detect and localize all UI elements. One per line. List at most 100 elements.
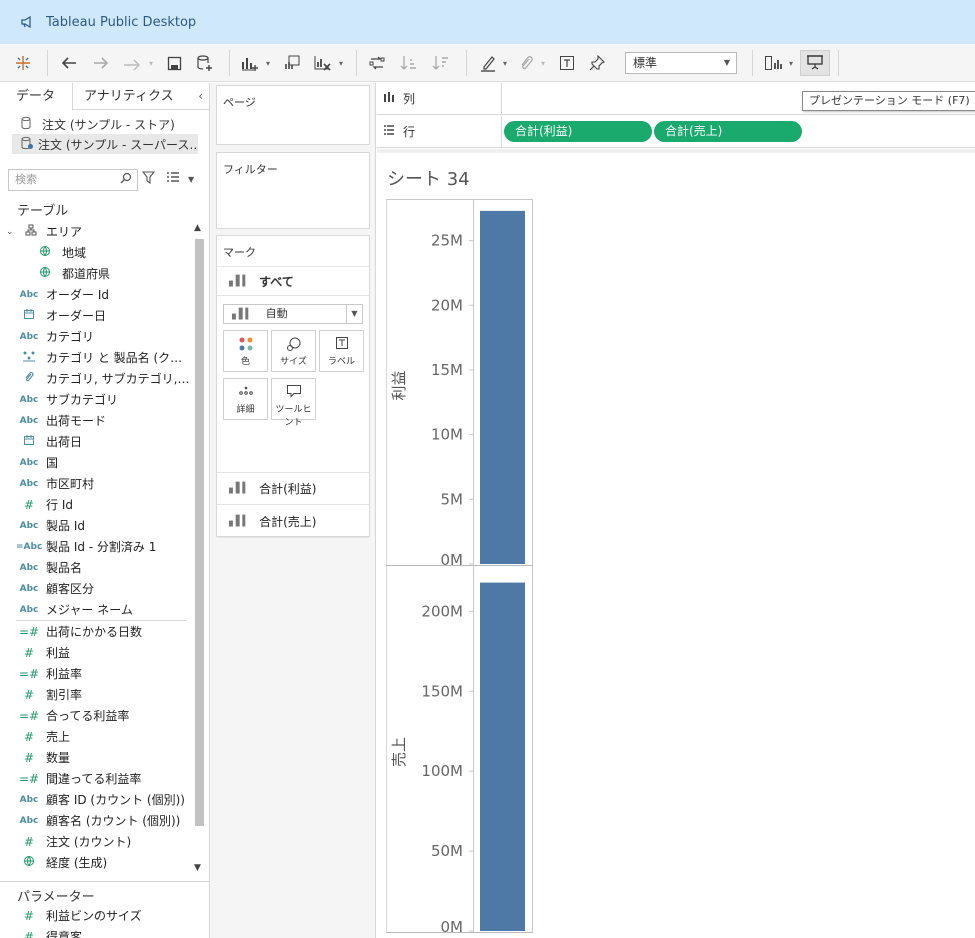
paperclip-icon — [16, 371, 42, 386]
sort-ascending-icon[interactable] — [398, 52, 420, 74]
save-icon[interactable] — [163, 52, 185, 74]
bar — [480, 210, 525, 564]
tab-analytics[interactable]: アナリティクス — [84, 83, 174, 110]
field-item[interactable]: カテゴリ と 製品名 (クラス… — [0, 347, 192, 368]
undo-icon[interactable] — [58, 52, 80, 74]
field-list-scrollbar[interactable]: ▲ ▼ — [193, 223, 206, 878]
new-worksheet-caret-icon[interactable]: ▾ — [266, 59, 270, 68]
field-item[interactable]: Abc 出荷モード — [0, 410, 192, 431]
field-item[interactable]: # 行 Id — [0, 494, 192, 515]
show-labels-icon[interactable] — [556, 52, 578, 74]
rows-pill-sales[interactable]: 合計(売上) — [654, 121, 802, 142]
field-item[interactable]: =# 利益率 — [0, 663, 192, 684]
field-item[interactable]: =Abc 製品 Id - 分割済み 1 — [0, 536, 192, 557]
tableau-logo-icon[interactable] — [12, 52, 34, 74]
field-item[interactable]: =# 出荷にかかる日数 — [0, 621, 192, 642]
list-view-icon[interactable] — [166, 171, 180, 186]
field-item[interactable]: =# 合ってる利益率 — [0, 705, 192, 726]
redo-icon[interactable] — [90, 52, 112, 74]
clear-sheet-caret-icon[interactable]: ▾ — [339, 59, 343, 68]
bar — [480, 582, 525, 931]
y-tick-label: 0M — [441, 551, 464, 569]
y-tick-label: 150M — [421, 682, 463, 700]
parameter-item[interactable]: # 得意客 — [0, 926, 192, 938]
field-item[interactable]: 出荷日 — [0, 431, 192, 452]
scroll-up-icon[interactable]: ▲ — [194, 223, 201, 233]
scroll-down-icon[interactable]: ▼ — [194, 863, 201, 873]
parameter-item[interactable]: # 利益ビンのサイズ — [0, 905, 192, 926]
marks-measure-tab[interactable]: ▖▌▍ 合計(利益) — [217, 473, 369, 505]
tab-data[interactable]: データ — [0, 83, 73, 111]
field-label: 経度 (生成) — [46, 856, 108, 870]
filters-card[interactable]: フィルター — [216, 152, 370, 229]
replay-icon[interactable] — [120, 52, 146, 74]
field-item[interactable]: =# 間違ってる利益率 — [0, 768, 192, 789]
field-item[interactable]: Abc 顧客区分 — [0, 578, 192, 599]
field-item[interactable]: Abc 顧客名 (カウント (個別)) — [0, 810, 192, 831]
field-item[interactable]: Abc 製品名 — [0, 557, 192, 578]
field-item[interactable]: 経度 (生成) — [0, 852, 192, 873]
mark-button[interactable]: ツールヒント — [271, 378, 316, 428]
field-item[interactable]: Abc 国 — [0, 452, 192, 473]
field-item[interactable]: # 注文 (カウント) — [0, 831, 192, 852]
field-item[interactable]: # 数量 — [0, 747, 192, 768]
new-worksheet-icon[interactable] — [238, 52, 262, 74]
highlight-pen-icon[interactable] — [477, 52, 499, 74]
field-item[interactable]: Abc 市区町村 — [0, 473, 192, 494]
columns-icon — [383, 91, 395, 106]
filter-icon[interactable] — [141, 171, 156, 188]
rows-shelf[interactable]: 行 合計(利益) 合計(売上) — [377, 116, 975, 148]
field-item[interactable]: Abc カテゴリ — [0, 326, 192, 347]
field-item[interactable]: Abc 顧客 ID (カウント (個別)) — [0, 789, 192, 810]
mark-button[interactable]: 詳細 — [223, 378, 268, 420]
megaphone-icon — [20, 15, 34, 29]
highlight-caret-icon[interactable]: ▾ — [503, 59, 507, 68]
field-item[interactable]: オーダー日 — [0, 305, 192, 326]
field-item[interactable]: # 割引率 — [0, 684, 192, 705]
calc-hash-icon: =# — [18, 666, 40, 681]
field-item[interactable]: Abc サブカテゴリ — [0, 389, 192, 410]
sheet-title[interactable]: シート 34 — [387, 165, 470, 191]
mark-type-select[interactable]: ▖▌▍ 自動 ▼ — [223, 304, 363, 324]
swap-rows-columns-icon[interactable] — [366, 52, 388, 74]
marks-measure-tab[interactable]: ▖▌▍ 合計(売上) — [217, 506, 369, 538]
rows-pill-profit[interactable]: 合計(利益) — [504, 121, 652, 142]
field-item[interactable]: Abc 製品 Id — [0, 515, 192, 536]
marks-all-tab[interactable]: ▖▌▍ すべて — [217, 266, 369, 296]
fix-axes-pin-icon[interactable] — [586, 52, 608, 74]
datasource-item[interactable]: 注文 (サンプル - スーパース… — [12, 134, 198, 154]
mark-button[interactable]: サイズ — [271, 330, 316, 372]
field-item[interactable]: カテゴリ, サブカテゴリ, 顧… — [0, 368, 192, 389]
search-input[interactable]: 検索 — [8, 169, 138, 191]
scrollbar-thumb[interactable] — [195, 239, 204, 826]
zoom-select[interactable]: 標準 ▼ — [625, 52, 737, 74]
duplicate-sheet-icon[interactable] — [281, 52, 303, 74]
group-paperclip-icon[interactable] — [515, 52, 537, 74]
pages-card[interactable]: ページ — [216, 85, 370, 145]
clear-sheet-icon[interactable] — [311, 52, 335, 74]
field-item[interactable]: Abc オーダー Id — [0, 284, 192, 305]
sort-descending-icon[interactable] — [430, 52, 452, 74]
view-caret-icon[interactable]: ▼ — [188, 175, 194, 184]
field-item[interactable]: Abc メジャー ネーム — [0, 599, 192, 620]
bar-chart: 0M 5M 10M 15M 20M 25M 利益 0M 50M 100M 150M 200M 売上 — [386, 199, 533, 934]
field-item[interactable]: # 利益 — [0, 642, 192, 663]
datasource-item[interactable]: 注文 (サンプル - ストア) — [12, 114, 198, 134]
mark-button[interactable]: 色 — [223, 330, 268, 372]
collapse-pane-icon[interactable]: ‹ — [198, 83, 203, 110]
group-caret-icon[interactable]: ▾ — [541, 59, 545, 68]
y-axis-title: 売上 — [390, 737, 408, 767]
presentation-icon — [806, 54, 824, 73]
field-item[interactable]: 都道府県 — [0, 263, 192, 284]
new-datasource-icon[interactable] — [193, 52, 217, 74]
replay-caret-icon[interactable]: ▾ — [149, 59, 153, 68]
show-me-icon[interactable] — [762, 52, 786, 74]
abc-icon: Abc — [19, 520, 39, 531]
presentation-mode-button[interactable] — [800, 50, 830, 76]
mark-button[interactable]: ラベル — [319, 330, 364, 372]
field-item[interactable]: 地域 — [0, 242, 192, 263]
show-me-caret-icon[interactable]: ▾ — [789, 59, 793, 68]
chevron-down-icon[interactable]: ⌄ — [6, 227, 20, 237]
field-item[interactable]: # 売上 — [0, 726, 192, 747]
folder-item[interactable]: ⌄ エリア — [0, 221, 192, 242]
